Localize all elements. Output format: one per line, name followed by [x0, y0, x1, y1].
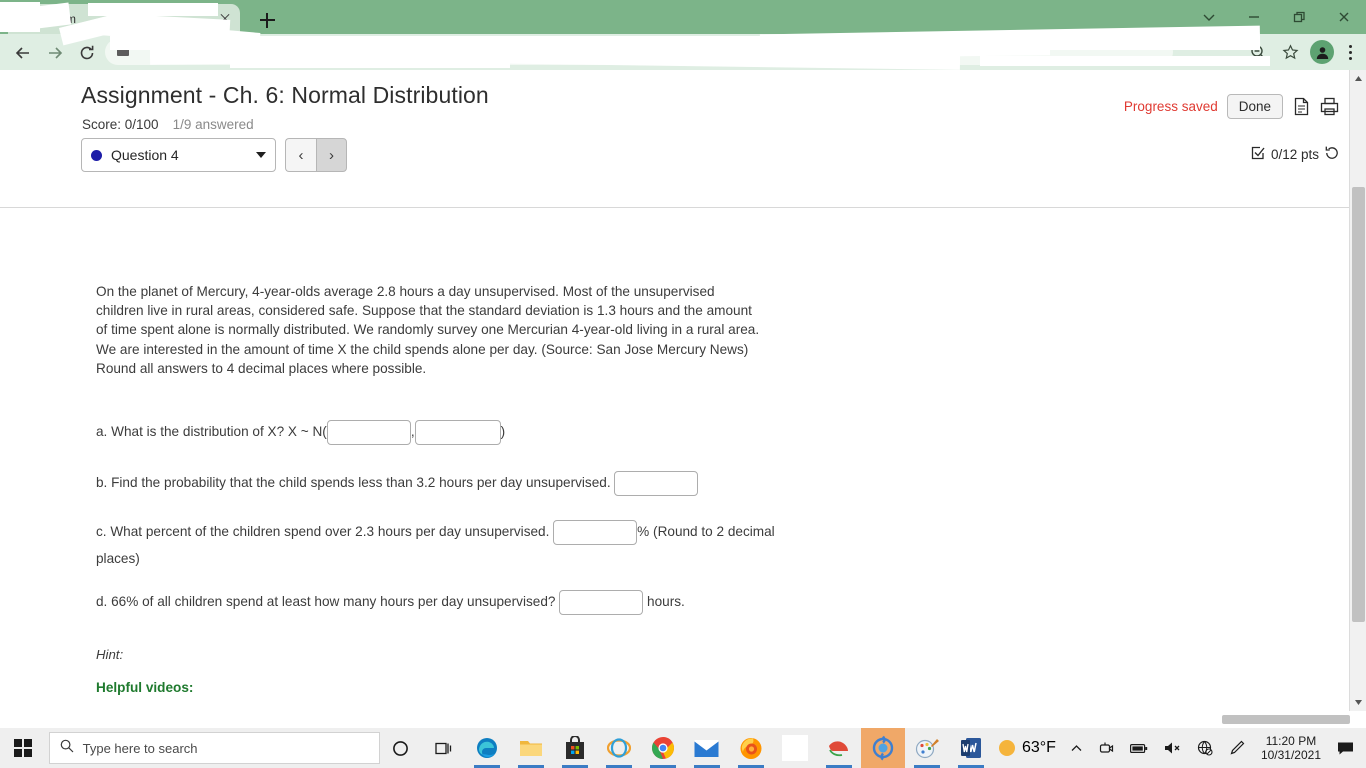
assignment-header: Assignment - Ch. 6: Normal Distribution … — [0, 70, 1349, 132]
prev-question-button[interactable]: ‹ — [285, 138, 316, 172]
part-a-prefix: a. What is the distribution of X? X ~ N( — [96, 424, 327, 439]
scroll-down-arrow-icon[interactable] — [1350, 694, 1366, 711]
start-button[interactable] — [0, 728, 47, 768]
taskbar-app-paint[interactable] — [905, 728, 949, 768]
search-icon — [60, 739, 74, 758]
problem-statement: On the planet of Mercury, 4-year-olds av… — [96, 284, 760, 376]
taskbar-app-word[interactable] — [949, 728, 993, 768]
restore-icon[interactable] — [1276, 0, 1321, 34]
notifications-icon[interactable] — [1329, 728, 1362, 768]
part-c-input[interactable] — [553, 519, 638, 545]
browser-window: ssignm — [0, 0, 1366, 728]
pen-icon[interactable] — [1221, 728, 1253, 768]
score-line: Score: 0/100 1/9 answered — [82, 117, 254, 132]
part-c-prefix: c. What percent of the children spend ov… — [96, 524, 550, 539]
system-tray: 63°F 11:20 PM 10/31/2021 — [993, 728, 1366, 768]
new-tab-button[interactable] — [255, 8, 279, 32]
taskbar-app-firefox[interactable] — [729, 728, 773, 768]
part-a-input-1[interactable] — [326, 419, 411, 445]
horizontal-scrollbar[interactable] — [0, 711, 1366, 728]
page-title: Assignment - Ch. 6: Normal Distribution — [81, 82, 489, 108]
part-a: a. What is the distribution of X? X ~ N(… — [96, 418, 796, 445]
points-indicator: 0/12 pts — [1251, 146, 1339, 163]
reload-icon[interactable] — [74, 40, 100, 66]
taskbar-app-chrome[interactable] — [641, 728, 685, 768]
part-a-input-2[interactable] — [414, 419, 501, 445]
vertical-scrollbar[interactable] — [1349, 70, 1366, 711]
next-question-button[interactable]: › — [316, 138, 347, 172]
temperature-text: 63°F — [1021, 739, 1056, 756]
question-status-dot — [91, 149, 102, 161]
part-d-prefix: d. 66% of all children spend at least ho… — [96, 594, 556, 609]
taskbar-app-file-explorer[interactable] — [509, 728, 553, 768]
taskbar-search[interactable]: Type here to search — [48, 732, 380, 764]
document-icon[interactable] — [1292, 96, 1311, 117]
volume-muted-icon[interactable] — [1156, 728, 1189, 768]
part-d: d. 66% of all children spend at least ho… — [96, 588, 796, 615]
page-viewport: Assignment - Ch. 6: Normal Distribution … — [0, 70, 1366, 728]
part-b-input[interactable] — [614, 470, 699, 496]
answered-count: 1/9 answered — [172, 117, 254, 132]
part-d-input[interactable] — [559, 589, 644, 615]
taskbar-clock[interactable]: 11:20 PM 10/31/2021 — [1253, 734, 1329, 762]
camera-icon[interactable] — [1091, 728, 1122, 768]
part-c: c. What percent of the children spend ov… — [96, 518, 776, 572]
taskbar-app-active[interactable] — [860, 728, 905, 768]
bookmark-star-icon[interactable] — [1276, 38, 1304, 66]
print-icon[interactable] — [1320, 96, 1339, 117]
progress-saved-status: Progress saved — [1123, 99, 1218, 114]
battery-icon[interactable] — [1122, 728, 1156, 768]
taskbar-app-redacted-1[interactable] — [773, 728, 817, 768]
taskbar-app-mail[interactable] — [685, 728, 729, 768]
network-blocked-icon[interactable] — [1189, 728, 1221, 768]
cortana-icon[interactable] — [380, 728, 423, 768]
done-button[interactable]: Done — [1226, 94, 1283, 119]
weather-widget[interactable]: 63°F — [993, 739, 1062, 757]
taskbar-app-edge[interactable] — [465, 728, 509, 768]
hint-label: Hint: — [96, 647, 124, 662]
back-icon[interactable] — [10, 40, 36, 66]
search-placeholder: Type here to search — [82, 740, 198, 756]
points-text: 0/12 pts — [1270, 147, 1319, 162]
chrome-menu-icon[interactable] — [1340, 38, 1360, 66]
redaction-overlay — [230, 58, 510, 68]
clock-date: 10/31/2021 — [1260, 748, 1321, 762]
taskbar-app-microsoft-store[interactable] — [553, 728, 597, 768]
part-d-suffix: hours. — [647, 594, 685, 609]
reset-icon[interactable] — [1325, 146, 1339, 163]
redaction-overlay — [88, 3, 218, 16]
taskbar-app-internet-explorer[interactable] — [597, 728, 641, 768]
score-text: Score: 0/100 — [82, 117, 159, 132]
redaction-overlay — [980, 56, 1270, 66]
part-b-prefix: b. Find the probability that the child s… — [96, 475, 611, 490]
assignment-page: Assignment - Ch. 6: Normal Distribution … — [0, 70, 1349, 728]
show-hidden-icons-chevron-up-icon[interactable] — [1062, 728, 1091, 768]
question-nav: ‹ › — [285, 138, 347, 172]
taskbar-app-redacted-2[interactable] — [817, 728, 861, 768]
clock-time: 11:20 PM — [1265, 734, 1317, 748]
avatar — [1310, 40, 1334, 64]
question-selector[interactable]: Question 4 — [81, 138, 276, 172]
horizontal-scrollbar-thumb[interactable] — [1222, 715, 1350, 724]
helpful-videos-label: Helpful videos: — [96, 680, 194, 695]
task-view-icon[interactable] — [422, 728, 465, 768]
vertical-scrollbar-thumb[interactable] — [1352, 187, 1365, 622]
scroll-up-arrow-icon[interactable] — [1350, 70, 1366, 87]
profile-avatar[interactable] — [1308, 38, 1336, 66]
sun-icon — [998, 740, 1015, 756]
question-selector-label: Question 4 — [111, 147, 179, 163]
close-icon[interactable] — [1321, 0, 1366, 34]
header-actions: Progress saved Done — [1124, 94, 1339, 119]
part-b: b. Find the probability that the child s… — [96, 469, 796, 496]
part-a-suffix: ) — [500, 424, 506, 439]
checkbox-check-icon — [1251, 146, 1265, 163]
windows-logo-icon — [14, 739, 33, 757]
chevron-down-icon — [256, 152, 266, 158]
windows-taskbar: Type here to search 63°F 11:20 PM 10/31/… — [0, 728, 1366, 768]
taskbar-apps — [465, 728, 993, 768]
